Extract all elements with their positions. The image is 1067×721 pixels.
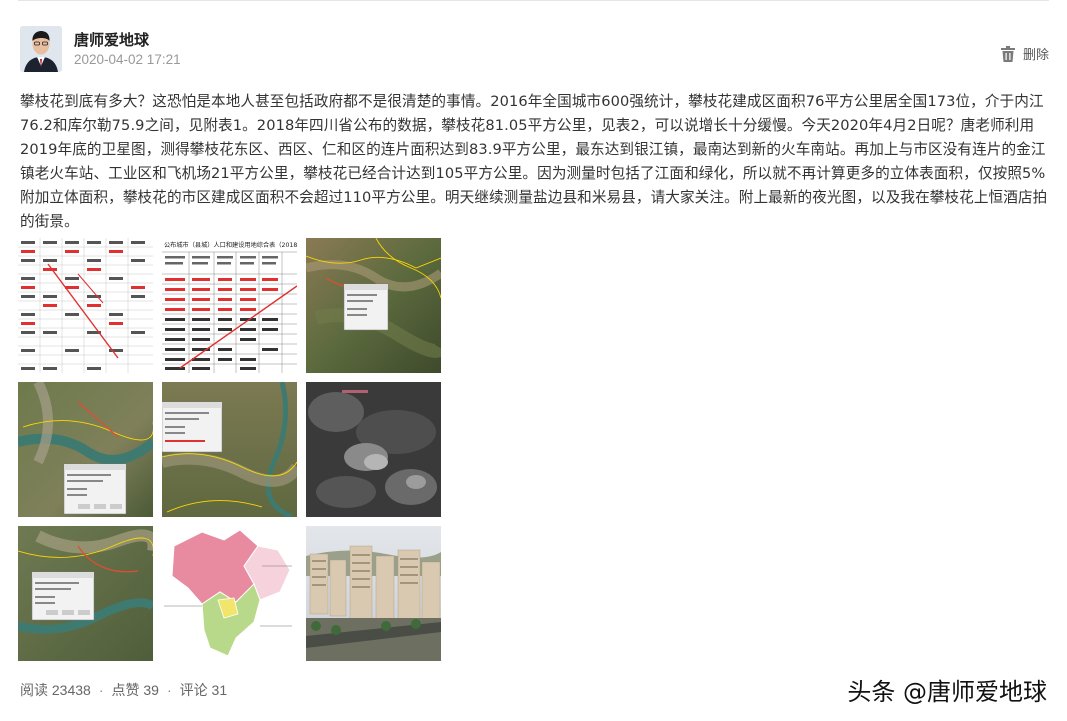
satellite-map-image-3[interactable] [162, 382, 297, 517]
district-map-image[interactable] [162, 526, 297, 661]
comment-count[interactable]: 评论 31 [180, 680, 227, 700]
separator: · [98, 682, 104, 698]
city-ranking-table-image[interactable] [18, 238, 153, 373]
street-view-photo[interactable] [306, 526, 441, 661]
night-light-image[interactable] [306, 382, 441, 517]
image-grid: 公布城市（县城）人口和建设用地综合表（2018 [18, 238, 442, 662]
post-header: 唐师爱地球 2020-04-02 17:21 删除 [20, 24, 1049, 78]
satellite-map-image-1[interactable] [306, 238, 441, 373]
trash-icon [1000, 45, 1015, 62]
delete-label: 删除 [1022, 48, 1049, 63]
delete-button[interactable]: 删除 [1000, 44, 1049, 63]
author-name[interactable]: 唐师爱地球 [74, 29, 149, 50]
top-divider [18, 0, 1049, 1]
avatar[interactable] [20, 26, 62, 72]
satellite-map-image-4[interactable] [18, 526, 153, 661]
watermark: 头条 @唐师爱地球 [847, 678, 1047, 706]
satellite-map-image-2[interactable] [18, 382, 153, 517]
post-timestamp: 2020-04-02 17:21 [74, 52, 181, 67]
read-count: 阅读 23438 [20, 682, 91, 698]
post-body: 攀枝花到底有多大？这恐怕是本地人甚至包括政府都不是很清楚的事情。2016年全国城… [20, 93, 1048, 230]
post-stats: 阅读 23438 · 点赞 39 · 评论 31 [20, 680, 227, 700]
separator: · [166, 682, 172, 698]
table-caption: 公布城市（县城）人口和建设用地综合表（2018 [164, 241, 297, 249]
like-count[interactable]: 点赞 39 [112, 680, 159, 700]
sichuan-stats-table-image[interactable]: 公布城市（县城）人口和建设用地综合表（2018 [162, 238, 297, 373]
